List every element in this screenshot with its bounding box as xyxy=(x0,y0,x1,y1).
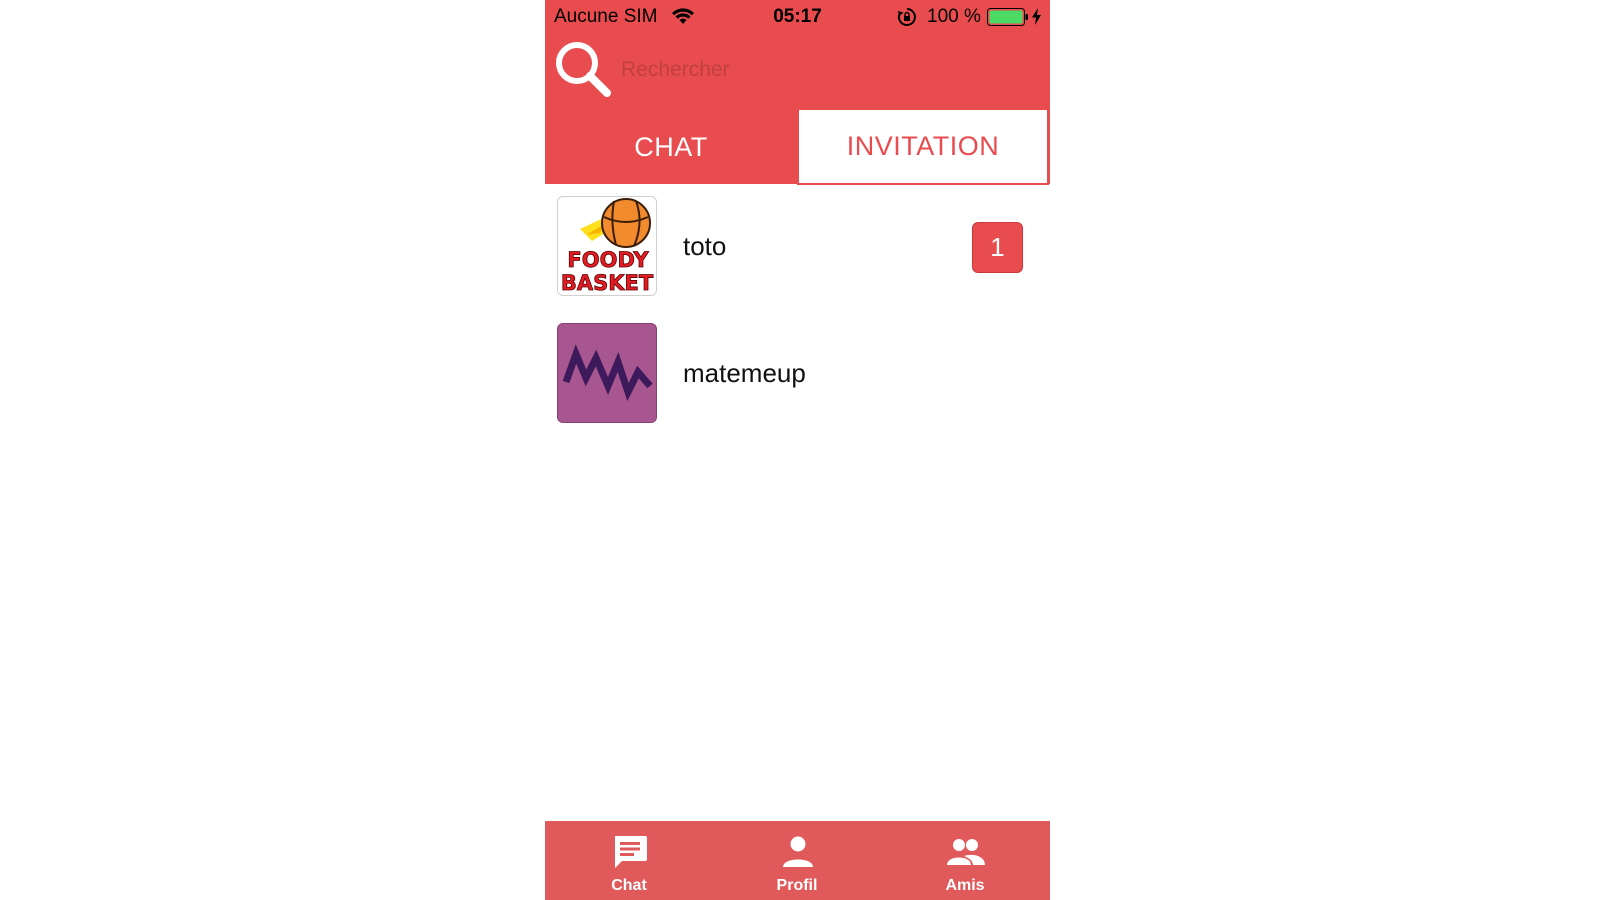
matemeup-logo xyxy=(562,344,653,402)
nav-amis-label: Amis xyxy=(945,877,985,894)
phone-screen: Aucune SIM 05:17 100 % Rechercher CHAT I… xyxy=(545,0,1050,900)
svg-text:BASKET: BASKET xyxy=(561,271,654,295)
people-icon xyxy=(947,839,985,865)
nav-profil-label: Profil xyxy=(776,877,818,894)
avatar xyxy=(557,323,657,423)
rotation-lock-icon xyxy=(897,8,916,26)
contact-name: toto xyxy=(683,231,727,261)
nav-chat[interactable]: Chat xyxy=(545,821,713,900)
bottom-navigation: Chat Profil Amis xyxy=(545,821,1050,900)
search-bar xyxy=(545,38,1050,102)
status-bar: Aucune SIM 05:17 100 % xyxy=(545,0,1050,34)
notification-badge: 1 xyxy=(972,222,1023,273)
person-icon xyxy=(783,836,813,867)
search-icon[interactable] xyxy=(554,40,612,98)
battery-icon xyxy=(987,8,1028,26)
chat-icon xyxy=(615,836,647,868)
svg-text:FOODY: FOODY xyxy=(567,248,649,272)
contact-name: matemeup xyxy=(683,358,806,388)
tab-invitation[interactable]: INVITATION xyxy=(797,110,1049,185)
tab-bar: CHAT INVITATION xyxy=(545,110,1050,185)
nav-profil[interactable]: Profil xyxy=(713,821,881,900)
foody-basket-logo: FOODY BASKET xyxy=(560,198,654,295)
list-item[interactable]: FOODY BASKET toto 1 xyxy=(545,184,1050,311)
avatar: FOODY BASKET xyxy=(557,196,657,296)
battery-percentage: 100 % xyxy=(927,6,981,27)
list-item[interactable]: matemeup xyxy=(545,311,1050,438)
nav-amis[interactable]: Amis xyxy=(881,821,1049,900)
charging-icon xyxy=(1032,8,1041,25)
tab-chat[interactable]: CHAT xyxy=(545,110,797,185)
app-header: Aucune SIM 05:17 100 % Rechercher CHAT I… xyxy=(545,0,1050,185)
search-input[interactable] xyxy=(619,52,1023,88)
invitation-list: FOODY BASKET toto 1 matemeup xyxy=(545,184,1050,438)
nav-chat-label: Chat xyxy=(611,877,647,894)
